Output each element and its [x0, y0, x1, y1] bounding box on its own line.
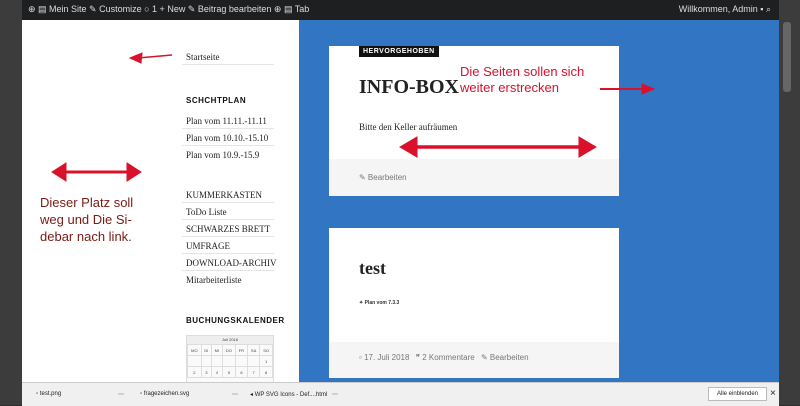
arrow-left-icon — [128, 52, 173, 64]
download-item[interactable]: ▫ fragezeichen.svg — [140, 391, 189, 397]
annotation-arrows — [51, 52, 656, 182]
close-icon[interactable]: × — [770, 388, 776, 399]
arrow-right-icon — [600, 83, 656, 95]
downloads-bar: ▫ test.png ⋯ ▫ fragezeichen.svg ⋯ ◂ WP S… — [22, 382, 779, 406]
more-icon[interactable]: ⋯ — [118, 391, 124, 398]
more-icon[interactable]: ⋯ — [332, 391, 338, 398]
download-item[interactable]: ◂ WP SVG Icons - Def....html — [250, 391, 327, 398]
arrow-double-horizontal-icon — [399, 136, 597, 158]
file-icon: ▫ — [140, 391, 143, 397]
download-filename: test.png — [39, 391, 62, 397]
download-item[interactable]: ▫ test.png — [36, 391, 61, 397]
file-icon: ▫ — [36, 391, 39, 397]
download-filename: WP SVG Icons - Def....html — [254, 392, 328, 398]
file-icon: ◂ — [250, 392, 254, 398]
download-filename: fragezeichen.svg — [143, 391, 190, 397]
show-all-button[interactable]: Alle einblenden — [708, 387, 768, 401]
arrow-double-horizontal-icon — [51, 162, 142, 182]
more-icon[interactable]: ⋯ — [232, 391, 238, 398]
